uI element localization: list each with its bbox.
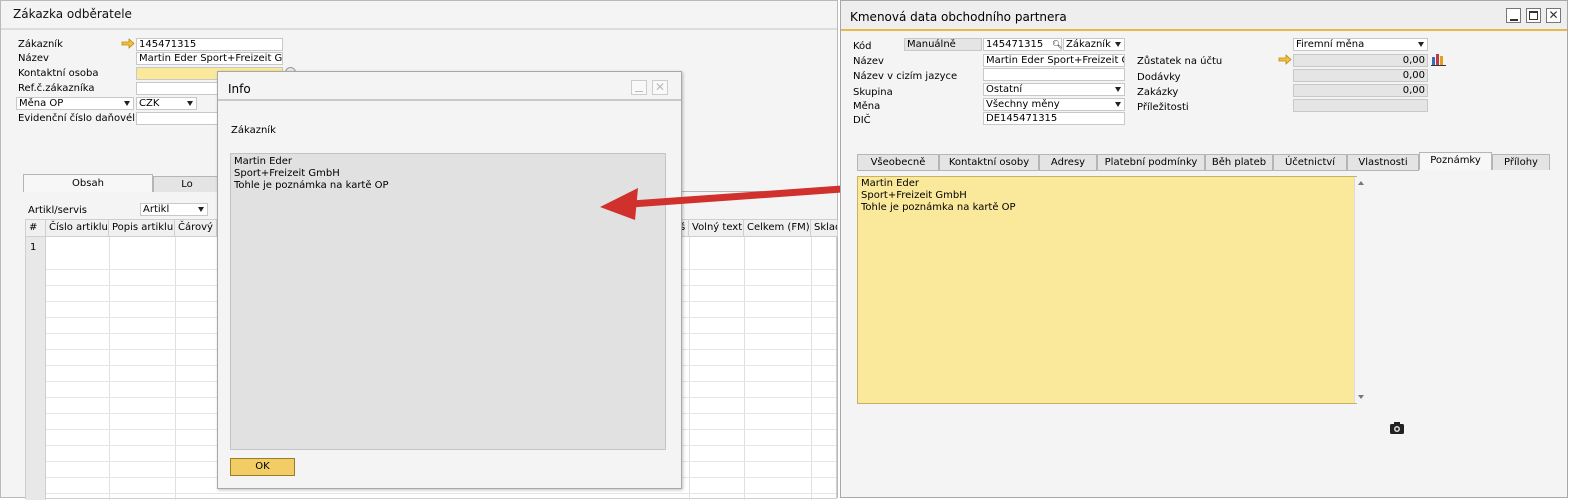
item-type-label: Artikl/servis [28,205,87,216]
tab-contacts[interactable]: Kontaktní osoby [939,154,1039,170]
foreign-name-field[interactable] [983,68,1125,81]
opportunities-field [1293,99,1428,112]
link-arrow-icon[interactable] [121,38,135,52]
grid-header-barcode: Čárový [175,220,217,237]
bp-window-title: Kmenová data obchodního partnera [850,10,1067,24]
tab-content[interactable]: Obsah [23,174,153,192]
tab-properties[interactable]: Vlastnosti [1347,154,1419,170]
search-icon[interactable]: 🔍︎ [1052,40,1062,49]
company-currency-select[interactable]: Firemní měna [1293,38,1428,51]
dialog-title: Info [228,82,251,96]
group-label: Skupina [853,87,893,98]
deliveries-field: 0,00 [1293,69,1428,82]
remarks-textarea[interactable]: Martin Eder Sport+Freizeit GmbH Tohle je… [857,176,1357,404]
tab-payment-run[interactable]: Běh plateb [1205,154,1273,170]
currency-select[interactable]: CZK [136,97,197,110]
code-label: Kód [853,41,872,52]
bp-accent-line [841,29,1567,31]
customer-field[interactable]: 145471315 [136,38,283,51]
remarks-scrollbar[interactable] [1354,177,1366,403]
bp-currency-label: Měna [853,101,881,112]
info-dialog: Info ✕ Zákazník Martin Eder Sport+Freize… [217,71,682,489]
vat-label: DIČ [853,115,871,126]
tab-attachments[interactable]: Přílohy [1492,154,1550,170]
bp-currency-select[interactable]: Všechny měny [983,98,1125,111]
opportunities-label: Příležitosti [1137,102,1189,113]
bp-name-label: Název [853,56,884,67]
series-field[interactable]: Manuálně [904,38,982,51]
minimize-icon[interactable] [631,80,647,95]
tab-addresses[interactable]: Adresy [1039,154,1097,170]
customer-label: Zákazník [18,39,63,50]
close-icon[interactable]: ✕ [652,80,668,95]
tab-general[interactable]: Všeobecně [857,154,939,170]
balance-label: Zůstatek na účtu [1137,56,1223,67]
annotation-arrow [600,184,860,220]
group-select[interactable]: Ostatní [983,83,1125,96]
code-field[interactable]: 145471315 [983,38,1062,51]
dialog-title-line [218,99,681,101]
message-line: Martin Eder [234,156,293,167]
remarks-line: Tohle je poznámka na kartě OP [861,202,1016,213]
bp-master-window: Kmenová data obchodního partnera ✕ Kód M… [840,0,1568,498]
tab-remarks[interactable]: Poznámky [1419,152,1492,170]
grid-first-row-number: 1 [30,242,37,253]
window-title: Zákazka odběratele [13,7,132,21]
orders-label: Zakázky [1137,87,1179,98]
grid-rownum-column [26,237,46,500]
message-line: Sport+Freizeit GmbH [234,168,340,179]
vat-field[interactable]: DE145471315 [983,112,1125,125]
balance-field: 0,00 [1293,54,1428,67]
grid-header-item-code: Číslo artiklu [46,220,109,237]
ok-button[interactable]: OK [230,458,295,476]
remarks-line: Sport+Freizeit GmbH [861,190,967,201]
currency-type-select[interactable]: Měna OP [16,97,134,110]
name-field[interactable]: Martin Eder Sport+Freizeit Gmbl [136,52,283,65]
bp-type-select[interactable]: Zákazník [1063,38,1125,51]
tab-strip-line [857,170,1419,171]
remarks-line: Martin Eder [861,178,920,189]
ref-label: Ref.č.zákazníka [18,83,95,94]
bar-chart-icon[interactable] [1431,52,1447,69]
minimize-icon[interactable] [1506,8,1521,23]
tax-id-label: Evidenční číslo daňovél [18,113,135,124]
tab-payment-terms[interactable]: Platební podmínky [1097,154,1205,170]
link-arrow-icon[interactable] [1278,54,1292,68]
orders-field: 0,00 [1293,84,1428,97]
close-icon[interactable]: ✕ [1546,8,1561,23]
tab-logistics[interactable]: Lo [153,176,221,192]
contact-label: Kontaktní osoba [18,68,99,79]
deliveries-label: Dodávky [1137,72,1181,83]
camera-icon[interactable] [1389,421,1405,438]
title-underline [1,28,837,30]
dialog-heading: Zákazník [231,125,276,136]
maximize-icon[interactable] [1526,8,1541,23]
grid-header-rownum: # [26,220,46,237]
name-label: Název [18,53,49,64]
tab-accounting[interactable]: Účetnictví [1273,154,1347,170]
grid-header-item-desc: Popis artiklu [109,220,175,237]
foreign-name-label: Název v cizím jazyce [853,71,958,82]
item-type-select[interactable]: Artikl [140,203,208,216]
bp-name-field[interactable]: Martin Eder Sport+Freizeit Gmbl [983,54,1125,67]
